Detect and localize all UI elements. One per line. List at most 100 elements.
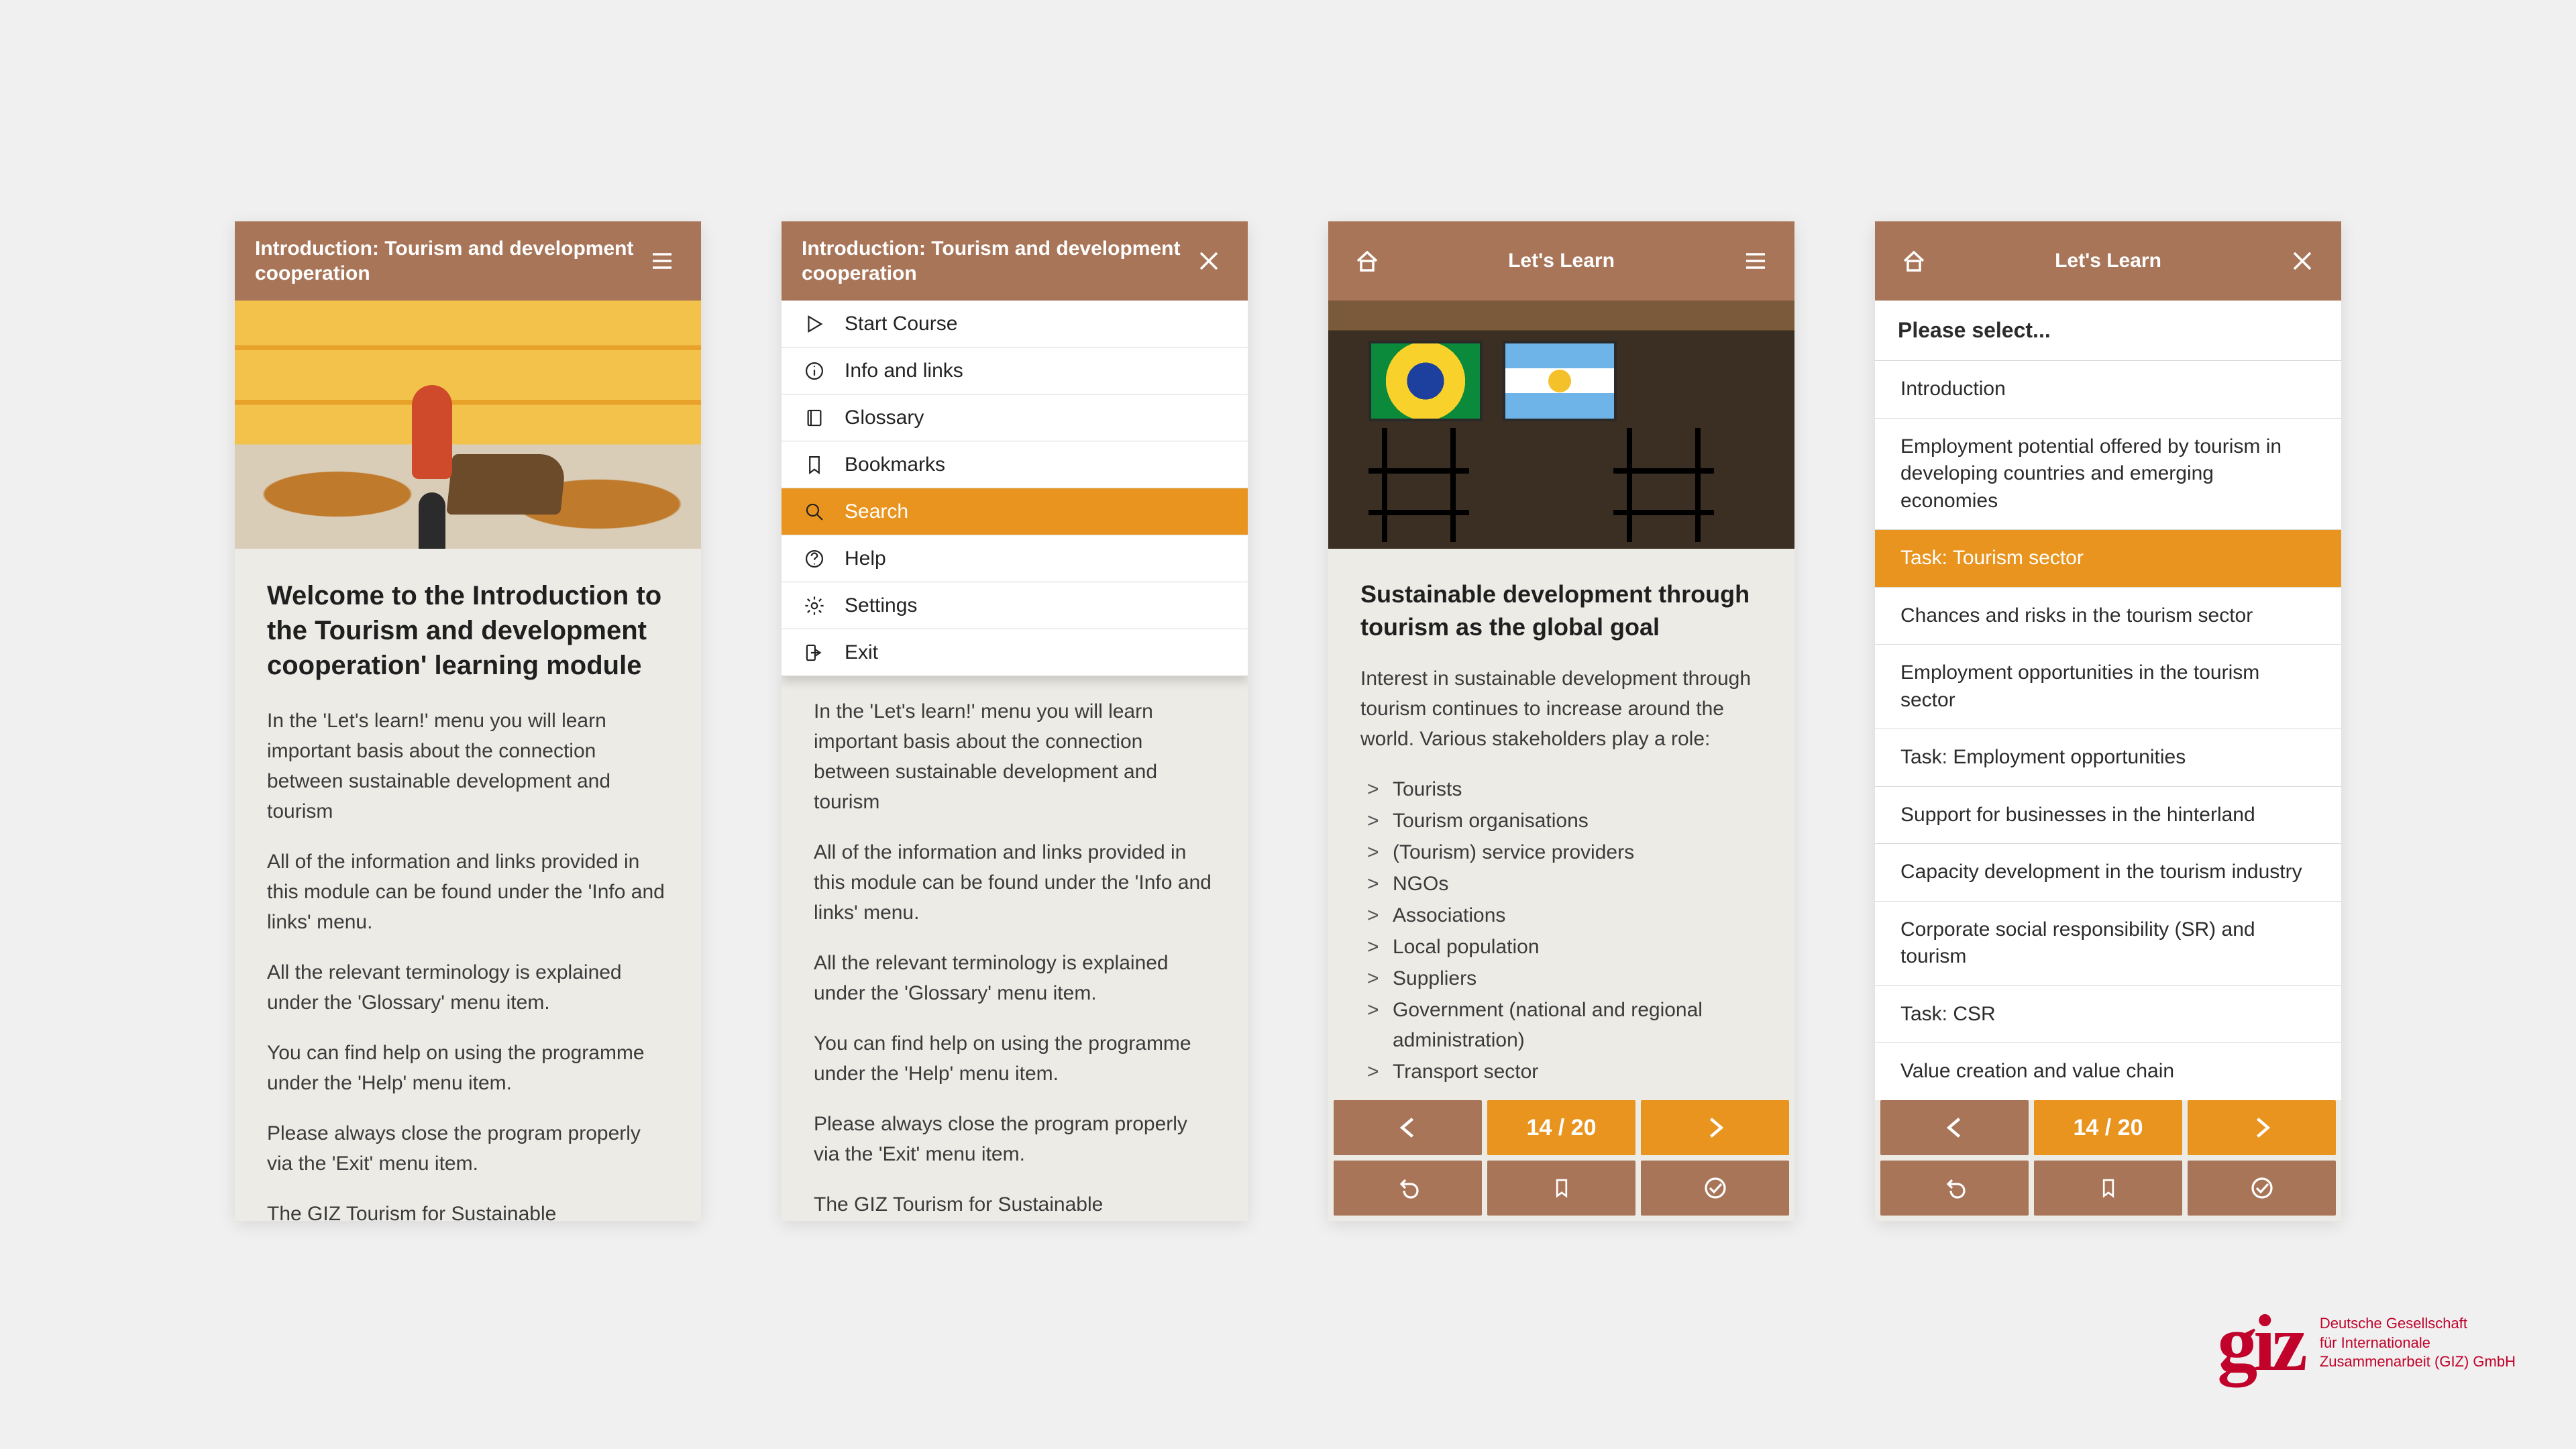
paragraph: You can find help on using the programme…: [814, 1028, 1216, 1089]
header: Let's Learn: [1328, 221, 1794, 301]
undo-button[interactable]: [1880, 1161, 2029, 1216]
screen-lesson-select: Let's Learn Please select... Introductio…: [1875, 221, 2341, 1221]
giz-wordmark: giz: [2217, 1311, 2304, 1375]
help-icon: [802, 546, 827, 572]
undo-icon: [1941, 1175, 1968, 1201]
next-button[interactable]: [2188, 1100, 2336, 1155]
page-count: 14 / 20: [2074, 1115, 2143, 1141]
menu-item-label: Start Course: [845, 313, 957, 335]
hero-image: [235, 301, 701, 549]
paragraph: All of the information and links provide…: [267, 847, 669, 937]
home-button[interactable]: [1895, 242, 1933, 280]
menu-item-settings[interactable]: Settings: [782, 582, 1248, 629]
lesson-option[interactable]: Task: CSR: [1875, 986, 2341, 1044]
paragraph: The GIZ Tourism for Sustainable Developm…: [814, 1189, 1216, 1221]
home-button[interactable]: [1348, 242, 1386, 280]
list-item: Tourism organisations: [1360, 806, 1762, 836]
lesson-option[interactable]: Employment opportunities in the tourism …: [1875, 645, 2341, 729]
paragraph: The GIZ Tourism for Sustainable Developm…: [267, 1199, 669, 1221]
page-indicator[interactable]: 14 / 20: [1487, 1100, 1635, 1155]
hero-image: [1328, 301, 1794, 549]
lesson-option[interactable]: Corporate social responsibility (SR) and…: [1875, 902, 2341, 986]
page-heading: Welcome to the Introduction to the Touri…: [267, 578, 669, 683]
lesson-option[interactable]: Introduction: [1875, 361, 2341, 419]
main-menu: Start Course Info and links Glossary Boo…: [782, 301, 1248, 676]
menu-item-label: Bookmarks: [845, 453, 945, 476]
undo-icon: [1395, 1175, 1421, 1201]
header-title: Let's Learn: [1933, 248, 2284, 274]
list-item: (Tourism) service providers: [1360, 837, 1762, 867]
menu-item-bookmarks[interactable]: Bookmarks: [782, 441, 1248, 488]
lesson-option[interactable]: Support for businesses in the hinterland: [1875, 787, 2341, 845]
paragraph: You can find help on using the programme…: [267, 1038, 669, 1098]
undo-button[interactable]: [1334, 1161, 1482, 1216]
next-button[interactable]: [1641, 1100, 1789, 1155]
menu-item-label: Glossary: [845, 407, 924, 429]
list-item: Tourists: [1360, 774, 1762, 804]
menu-item-glossary[interactable]: Glossary: [782, 394, 1248, 441]
menu-item-label: Help: [845, 547, 886, 570]
giz-sub-line: Zusammenarbeit (GIZ) GmbH: [2320, 1352, 2516, 1372]
pager: 14 / 20: [1328, 1100, 1794, 1155]
close-button[interactable]: [2284, 242, 2321, 280]
header-title: Let's Learn: [1386, 248, 1737, 274]
giz-logo: giz Deutsche Gesellschaft für Internatio…: [2217, 1311, 2516, 1375]
close-menu-button[interactable]: [1190, 242, 1228, 280]
complete-button[interactable]: [2188, 1161, 2336, 1216]
menu-item-label: Settings: [845, 594, 917, 617]
lesson-option[interactable]: Capacity development in the tourism indu…: [1875, 844, 2341, 902]
giz-subtitle: Deutsche Gesellschaft für Internationale…: [2320, 1314, 2516, 1372]
header-title: Introduction: Tourism and development co…: [255, 236, 643, 286]
pager: 14 / 20: [1875, 1100, 2341, 1155]
screen-lesson: Let's Learn Sustainable development thro…: [1328, 221, 1794, 1221]
menu-item-info-links[interactable]: Info and links: [782, 347, 1248, 394]
screen-intro: Introduction: Tourism and development co…: [235, 221, 701, 1221]
menu-button[interactable]: [643, 242, 681, 280]
prev-button[interactable]: [1334, 1100, 1482, 1155]
menu-item-help[interactable]: Help: [782, 535, 1248, 582]
menu-item-search[interactable]: Search: [782, 488, 1248, 535]
page-count: 14 / 20: [1527, 1115, 1597, 1141]
page-indicator[interactable]: 14 / 20: [2034, 1100, 2182, 1155]
screen-intro-menu-open: Introduction: Tourism and development co…: [782, 221, 1248, 1221]
play-icon: [802, 311, 827, 337]
header: Introduction: Tourism and development co…: [235, 221, 701, 301]
arrow-left-icon: [1393, 1113, 1423, 1142]
menu-item-exit[interactable]: Exit: [782, 629, 1248, 676]
menu-item-label: Exit: [845, 641, 878, 664]
paragraph: All the relevant terminology is explaine…: [267, 957, 669, 1018]
menu-item-start-course[interactable]: Start Course: [782, 301, 1248, 347]
list-item: Government (national and regional admini…: [1360, 995, 1762, 1055]
prev-button[interactable]: [1880, 1100, 2029, 1155]
list-item: Transport sector: [1360, 1057, 1762, 1087]
list-item: Suppliers: [1360, 963, 1762, 994]
menu-button[interactable]: [1737, 242, 1774, 280]
home-icon: [1354, 248, 1381, 274]
bookmark-button[interactable]: [2034, 1161, 2182, 1216]
list-item: Associations: [1360, 900, 1762, 930]
check-circle-icon: [2249, 1175, 2275, 1201]
menu-item-label: Info and links: [845, 360, 963, 382]
list-item: NGOs: [1360, 869, 1762, 899]
lesson-option[interactable]: Value creation and value chain: [1875, 1043, 2341, 1100]
content-behind-menu: In the 'Let's learn!' menu you will lear…: [782, 676, 1248, 1221]
select-heading: Please select...: [1875, 301, 2341, 361]
glossary-icon: [802, 405, 827, 431]
toolbar: [1328, 1155, 1794, 1221]
header-title: Introduction: Tourism and development co…: [802, 236, 1190, 286]
lesson-option[interactable]: Chances and risks in the tourism sector: [1875, 588, 2341, 645]
complete-button[interactable]: [1641, 1161, 1789, 1216]
bookmark-button[interactable]: [1487, 1161, 1635, 1216]
paragraph: All the relevant terminology is explaine…: [814, 948, 1216, 1008]
stakeholder-list: Tourists Tourism organisations (Tourism)…: [1360, 774, 1762, 1087]
paragraph: Please always close the program properly…: [814, 1109, 1216, 1169]
exit-icon: [802, 640, 827, 665]
close-icon: [2289, 248, 2316, 274]
lesson-select-list[interactable]: Introduction Employment potential offere…: [1875, 361, 2341, 1100]
lesson-option[interactable]: Employment potential offered by tourism …: [1875, 419, 2341, 531]
header: Introduction: Tourism and development co…: [782, 221, 1248, 301]
info-icon: [802, 358, 827, 384]
lesson-option[interactable]: Task: Employment opportunities: [1875, 729, 2341, 787]
lesson-option-active[interactable]: Task: Tourism sector: [1875, 530, 2341, 588]
giz-sub-line: Deutsche Gesellschaft: [2320, 1314, 2516, 1334]
